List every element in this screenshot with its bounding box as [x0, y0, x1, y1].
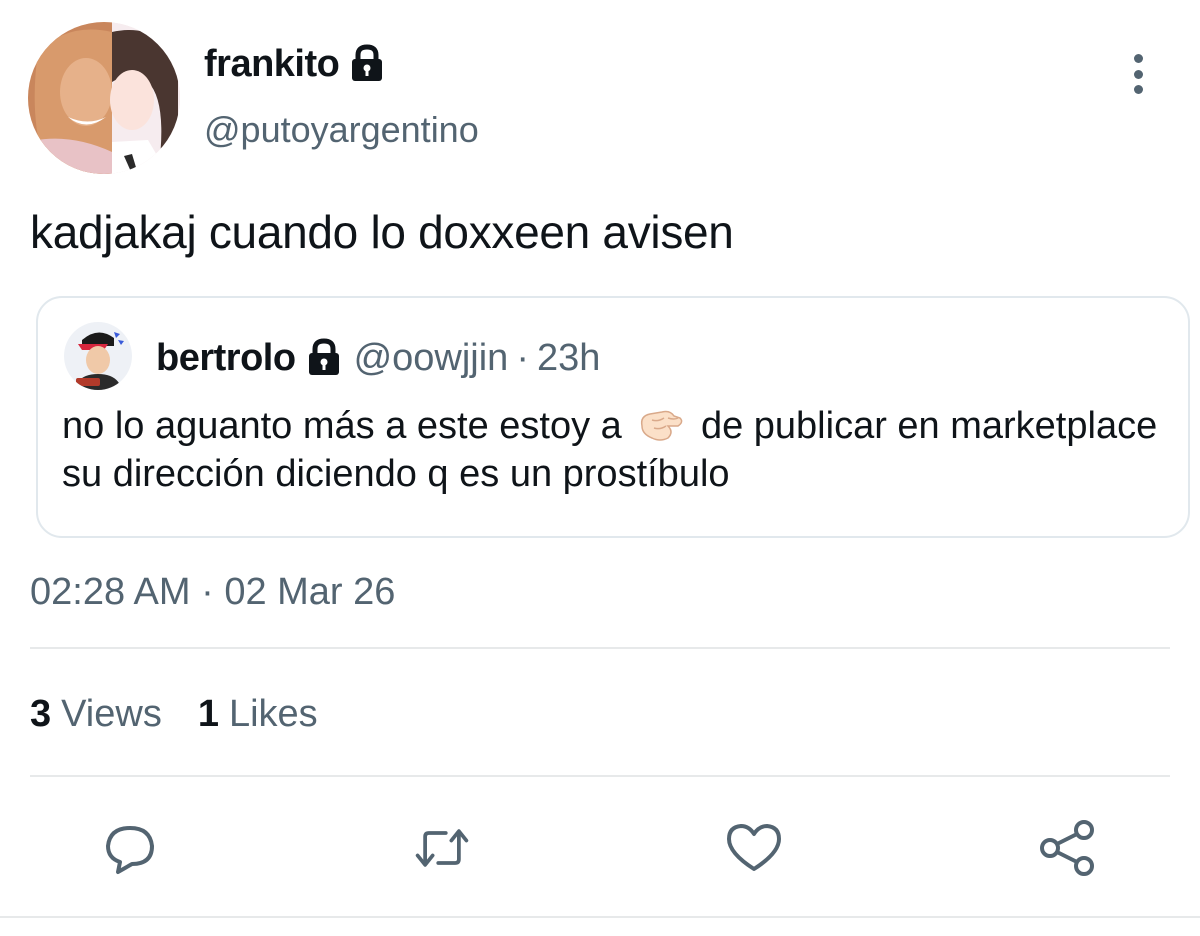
author-handle[interactable]: @putoyargentino — [204, 106, 479, 154]
tweet-timestamp[interactable]: 02:28 AM · 02 Mar 26 — [30, 568, 395, 616]
more-dot-icon — [1133, 54, 1143, 63]
quoted-tweet-time[interactable]: 23h — [537, 334, 600, 382]
quoted-text-part-1: no lo aguanto más a este estoy a — [62, 405, 622, 447]
reply-button[interactable] — [100, 818, 160, 878]
quoted-author-avatar[interactable] — [64, 322, 132, 390]
pinching-fist-icon — [638, 404, 684, 444]
header-separator: · — [516, 337, 529, 379]
likes-count: 1 — [197, 693, 219, 735]
share-button[interactable] — [1038, 818, 1098, 878]
author-avatar[interactable] — [28, 22, 180, 174]
views-label: Views — [61, 693, 162, 735]
quoted-tweet-card[interactable]: bertrolo @oowjjin · 23h no lo aguanto má… — [36, 296, 1190, 538]
views-stat[interactable]: 3 Views — [30, 690, 162, 738]
more-dot-icon — [1133, 69, 1143, 79]
more-options-button[interactable] — [1118, 46, 1158, 102]
like-icon — [727, 824, 781, 871]
author-avatar-image — [28, 22, 180, 174]
quoted-author-name[interactable]: bertrolo — [156, 334, 296, 382]
tweet-stats: 3 Views 1 Likes — [30, 690, 354, 738]
author-display-name[interactable]: frankito — [204, 40, 385, 88]
divider — [0, 916, 1200, 918]
views-count: 3 — [30, 693, 52, 735]
reply-icon — [106, 826, 154, 874]
lock-icon — [306, 338, 342, 378]
quoted-author-handle[interactable]: @oowjjin — [354, 334, 509, 382]
divider — [30, 647, 1170, 649]
retweet-icon — [415, 829, 469, 867]
retweet-button[interactable] — [412, 818, 472, 878]
quoted-tweet-header: bertrolo @oowjjin · 23h — [156, 334, 600, 382]
lock-icon — [349, 44, 385, 84]
likes-stat[interactable]: 1 Likes — [198, 690, 318, 738]
more-dot-icon — [1133, 85, 1143, 94]
tweet-text: kadjakaj cuando lo doxxeen avisen — [30, 206, 734, 258]
divider — [30, 775, 1170, 777]
quoted-tweet-text: no lo aguanto más a este estoy a de publ… — [62, 402, 1162, 498]
like-button[interactable] — [724, 818, 784, 878]
quoted-avatar-image — [64, 322, 132, 390]
author-name-text: frankito — [204, 43, 340, 85]
likes-label: Likes — [228, 693, 318, 735]
share-icon — [1040, 820, 1094, 876]
